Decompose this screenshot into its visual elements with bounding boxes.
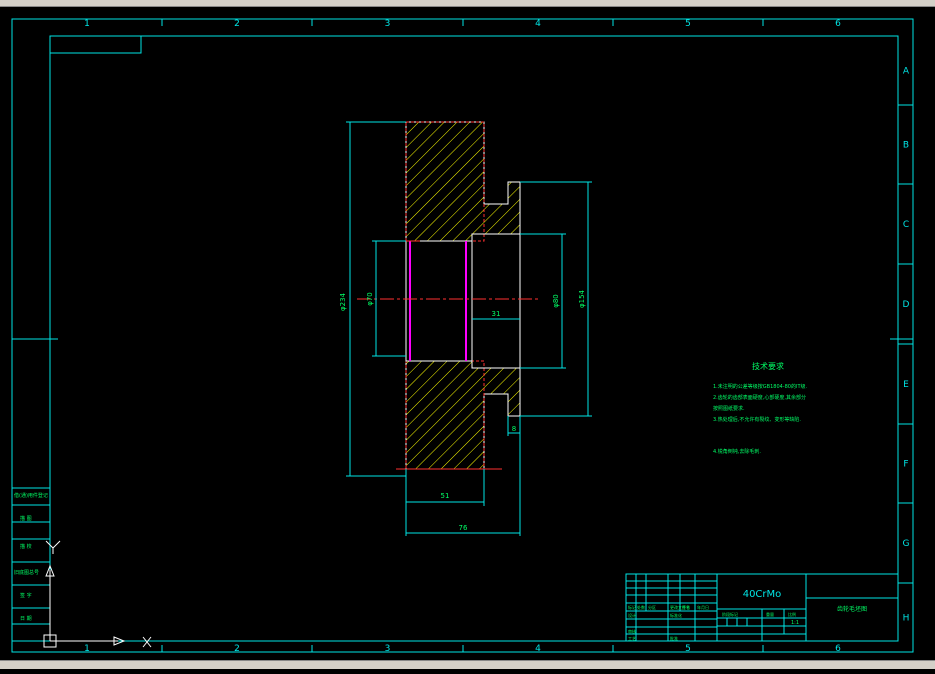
grid-row-label-H: H bbox=[903, 614, 910, 624]
svg-text:旧底图总号: 旧底图总号 bbox=[14, 569, 39, 576]
ucs-icon[interactable] bbox=[43, 540, 152, 648]
grid-column-dividers bbox=[161, 19, 764, 652]
svg-text:描 图: 描 图 bbox=[20, 515, 32, 522]
grid-column-label-1: 1 bbox=[84, 19, 90, 29]
dim-recess-depth: 31 bbox=[492, 310, 501, 318]
dim-total-width: 76 bbox=[459, 524, 468, 532]
title-block-texts: 40CrMo 齿轮毛坯图 1:1 标记 处数 分区 更改文件号 签名 年月日 设… bbox=[628, 589, 867, 641]
title-tag-box bbox=[49, 35, 142, 54]
grid-column-label-2: 2 bbox=[234, 19, 240, 29]
dim-hub-step: 8 bbox=[512, 425, 516, 433]
svg-text:阶段标记: 阶段标记 bbox=[722, 611, 738, 617]
dim-recess-dia: φ80 bbox=[552, 294, 560, 308]
grid-column-label-5: 5 bbox=[685, 19, 691, 29]
grid-column-label-4: 4 bbox=[535, 19, 541, 29]
recess-outline bbox=[471, 233, 521, 369]
grid-row-label-G: G bbox=[903, 539, 910, 549]
svg-text:描 校: 描 校 bbox=[20, 543, 32, 550]
svg-text:审核: 审核 bbox=[628, 628, 636, 634]
material-label: 40CrMo bbox=[743, 589, 782, 600]
technical-notes: 技术要求 1.未注明的公差等级按GB1804-80的IT级. 2.齿轮的齿部表面… bbox=[713, 361, 807, 455]
dim-hub-dia: φ154 bbox=[578, 289, 586, 308]
grid-row-labels: A B C D E F G H bbox=[903, 67, 910, 624]
sheet-outer-border bbox=[11, 18, 914, 653]
grid-row-label-C: C bbox=[903, 220, 909, 230]
grid-column-label-3: 3 bbox=[385, 644, 391, 654]
notes-line-2: 2.齿轮的齿部表面硬度,心部硬度,其余部分 bbox=[713, 394, 806, 401]
grid-column-label-4: 4 bbox=[535, 644, 541, 654]
dim-bore-dia: φ70 bbox=[366, 292, 374, 306]
dim-rim-width: 51 bbox=[441, 492, 450, 500]
grid-column-label-1: 1 bbox=[84, 644, 90, 654]
lower-rim-section bbox=[405, 360, 521, 470]
grid-row-label-B: B bbox=[903, 141, 909, 151]
grid-column-label-6: 6 bbox=[835, 19, 841, 29]
notes-line-4: 3.热处理后,不允许有裂纹、变形等缺陷. bbox=[713, 416, 801, 423]
grid-column-label-5: 5 bbox=[685, 644, 691, 654]
svg-text:年月日: 年月日 bbox=[697, 604, 709, 610]
svg-text:日 期: 日 期 bbox=[20, 616, 32, 622]
svg-text:工艺: 工艺 bbox=[628, 636, 636, 641]
drawing-sheet[interactable]: 1 2 3 4 5 6 1 2 3 4 5 6 A B C D E F G H φ234 φ70 φ80 φ154… bbox=[0, 6, 935, 674]
svg-text:比例: 比例 bbox=[788, 611, 796, 617]
notes-title: 技术要求 bbox=[752, 361, 784, 371]
grid-row-label-D: D bbox=[903, 300, 910, 310]
svg-text:标记: 标记 bbox=[628, 604, 636, 610]
grid-row-label-E: E bbox=[903, 380, 909, 390]
svg-text:处数: 处数 bbox=[637, 604, 645, 610]
svg-text:重量: 重量 bbox=[766, 611, 774, 617]
grid-row-label-F: F bbox=[903, 460, 908, 470]
grid-row-label-A: A bbox=[903, 67, 910, 77]
grid-column-label-2: 2 bbox=[234, 644, 240, 654]
grid-column-label-3: 3 bbox=[385, 19, 391, 29]
svg-text:借(通)用件登记: 借(通)用件登记 bbox=[14, 492, 48, 499]
dim-outer-dia: φ234 bbox=[339, 292, 347, 311]
drawing-name-label: 齿轮毛坯图 bbox=[837, 605, 867, 613]
cad-canvas[interactable]: 1 2 3 4 5 6 1 2 3 4 5 6 A B C D E F G H φ234 φ70 φ80 φ154… bbox=[0, 0, 935, 669]
svg-text:签名: 签名 bbox=[682, 604, 690, 610]
part-section-view[interactable] bbox=[357, 121, 540, 470]
svg-text:设计: 设计 bbox=[628, 612, 636, 618]
svg-text:批准: 批准 bbox=[670, 635, 678, 641]
scale-label: 1:1 bbox=[791, 620, 799, 626]
svg-text:标准化: 标准化 bbox=[670, 612, 682, 618]
notes-line-5: 4.锐角倒钝,去除毛刺. bbox=[713, 448, 761, 455]
side-block-labels: 借(通)用件登记 描 图 描 校 旧底图总号 签 字 日 期 bbox=[14, 492, 48, 622]
notes-line-3: 按照图纸要求. bbox=[713, 405, 745, 412]
svg-text:签 字: 签 字 bbox=[20, 592, 32, 599]
grid-row-dividers bbox=[898, 104, 913, 584]
bore-outline bbox=[405, 240, 473, 362]
upper-rim-section bbox=[405, 121, 521, 242]
notes-line-1: 1.未注明的公差等级按GB1804-80的IT级. bbox=[713, 383, 807, 390]
grid-column-label-6: 6 bbox=[835, 644, 841, 654]
svg-text:分区: 分区 bbox=[648, 604, 656, 610]
